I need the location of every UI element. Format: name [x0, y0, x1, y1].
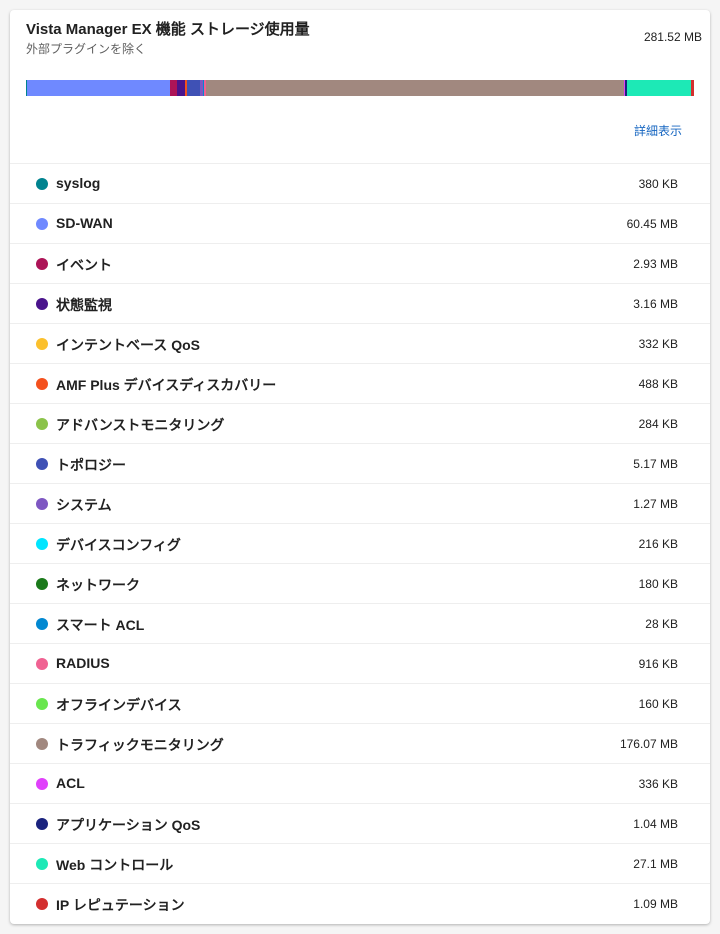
color-dot-icon	[36, 258, 48, 270]
item-label: アドバンストモニタリング	[56, 417, 225, 433]
item-size: 1.09 MB	[633, 897, 678, 911]
color-dot-icon	[36, 378, 48, 390]
item-label: Web コントロール	[56, 857, 174, 873]
usage-bar-segment[interactable]	[205, 80, 624, 96]
list-item: デバイスコンフィグ 216 KB	[10, 524, 710, 564]
card-header: Vista Manager EX 機能 ストレージ使用量 外部プラグインを除く …	[10, 10, 710, 162]
color-dot-icon	[36, 898, 48, 910]
item-label: syslog	[56, 175, 101, 191]
color-dot-icon	[36, 698, 48, 710]
list-item: RADIUS 916 KB	[10, 644, 710, 684]
item-size: 488 KB	[638, 377, 678, 391]
list-item: Web コントロール 27.1 MB	[10, 844, 710, 884]
color-dot-icon	[36, 738, 48, 750]
item-size: 176.07 MB	[619, 737, 678, 751]
color-dot-icon	[36, 458, 48, 470]
list-item: 状態監視 3.16 MB	[10, 284, 710, 324]
list-item: アプリケーション QoS 1.04 MB	[10, 804, 710, 844]
color-dot-icon	[36, 538, 48, 550]
item-label: IP レピュテーション	[56, 897, 185, 913]
item-size: 180 KB	[638, 577, 678, 591]
item-size: 160 KB	[638, 697, 678, 711]
list-item: AMF Plus デバイスディスカバリー 488 KB	[10, 364, 710, 404]
list-item: アドバンストモニタリング 284 KB	[10, 404, 710, 444]
item-size: 216 KB	[638, 537, 678, 551]
item-size: 916 KB	[638, 657, 678, 671]
item-size: 1.04 MB	[633, 817, 678, 831]
storage-usage-list: syslog 380 KB SD-WAN 60.45 MB イベント 2.93 MB 状態監…	[10, 163, 710, 924]
storage-usage-card: Vista Manager EX 機能 ストレージ使用量 外部プラグインを除く …	[10, 10, 710, 924]
show-details-link[interactable]: 詳細表示	[634, 122, 682, 139]
item-label: デバイスコンフィグ	[56, 537, 181, 553]
color-dot-icon	[36, 338, 48, 350]
total-storage-size: 281.52 MB	[643, 30, 702, 44]
item-label: イベント	[56, 257, 112, 273]
list-item: イベント 2.93 MB	[10, 244, 710, 284]
item-label: アプリケーション QoS	[56, 817, 201, 833]
item-size: 332 KB	[638, 337, 678, 351]
color-dot-icon	[36, 578, 48, 590]
item-label: スマート ACL	[56, 617, 145, 633]
color-dot-icon	[36, 858, 48, 870]
color-dot-icon	[36, 498, 48, 510]
item-size: 5.17 MB	[633, 457, 678, 471]
item-label: インテントベース QoS	[56, 337, 200, 353]
item-label: ACL	[56, 775, 85, 791]
item-size: 2.93 MB	[633, 257, 678, 271]
item-label: トラフィックモニタリング	[56, 737, 224, 753]
item-label: オフラインデバイス	[56, 697, 182, 713]
item-size: 380 KB	[638, 177, 678, 191]
item-size: 336 KB	[638, 777, 678, 791]
list-item: システム 1.27 MB	[10, 484, 710, 524]
usage-bar-segment[interactable]	[626, 80, 692, 96]
item-size: 3.16 MB	[633, 297, 678, 311]
usage-bar-segment[interactable]	[170, 80, 178, 96]
list-item: スマート ACL 28 KB	[10, 604, 710, 644]
list-item: syslog 380 KB	[10, 164, 710, 204]
color-dot-icon	[36, 818, 48, 830]
list-item: トラフィックモニタリング 176.07 MB	[10, 724, 710, 764]
list-item: SD-WAN 60.45 MB	[10, 204, 710, 244]
item-size: 60.45 MB	[626, 217, 678, 231]
item-label: システム	[56, 497, 112, 513]
color-dot-icon	[36, 178, 48, 190]
item-label: 状態監視	[56, 297, 112, 313]
item-label: RADIUS	[56, 655, 110, 671]
list-item: インテントベース QoS 332 KB	[10, 324, 710, 364]
color-dot-icon	[36, 658, 48, 670]
usage-bar-segment[interactable]	[26, 80, 171, 96]
item-label: AMF Plus デバイスディスカバリー	[56, 377, 277, 393]
storage-usage-bar	[26, 80, 694, 96]
item-size: 1.27 MB	[633, 497, 678, 511]
usage-bar-segment[interactable]	[187, 80, 200, 96]
item-size: 28 KB	[645, 617, 678, 631]
item-size: 27.1 MB	[633, 857, 678, 871]
color-dot-icon	[36, 778, 48, 790]
list-item: IP レピュテーション 1.09 MB	[10, 884, 710, 924]
item-label: ネットワーク	[56, 577, 140, 593]
list-item: オフラインデバイス 160 KB	[10, 684, 710, 724]
usage-bar-segment[interactable]	[691, 80, 694, 96]
list-item: ACL 336 KB	[10, 764, 710, 804]
item-label: トポロジー	[56, 457, 126, 473]
list-item: ネットワーク 180 KB	[10, 564, 710, 604]
color-dot-icon	[36, 218, 48, 230]
color-dot-icon	[36, 618, 48, 630]
item-label: SD-WAN	[56, 215, 113, 231]
list-item: トポロジー 5.17 MB	[10, 444, 710, 484]
usage-bar-segment[interactable]	[177, 80, 185, 96]
item-size: 284 KB	[638, 417, 678, 431]
color-dot-icon	[36, 298, 48, 310]
card-subtitle: 外部プラグインを除く	[26, 42, 147, 56]
card-title: Vista Manager EX 機能 ストレージ使用量	[26, 21, 310, 38]
color-dot-icon	[36, 418, 48, 430]
